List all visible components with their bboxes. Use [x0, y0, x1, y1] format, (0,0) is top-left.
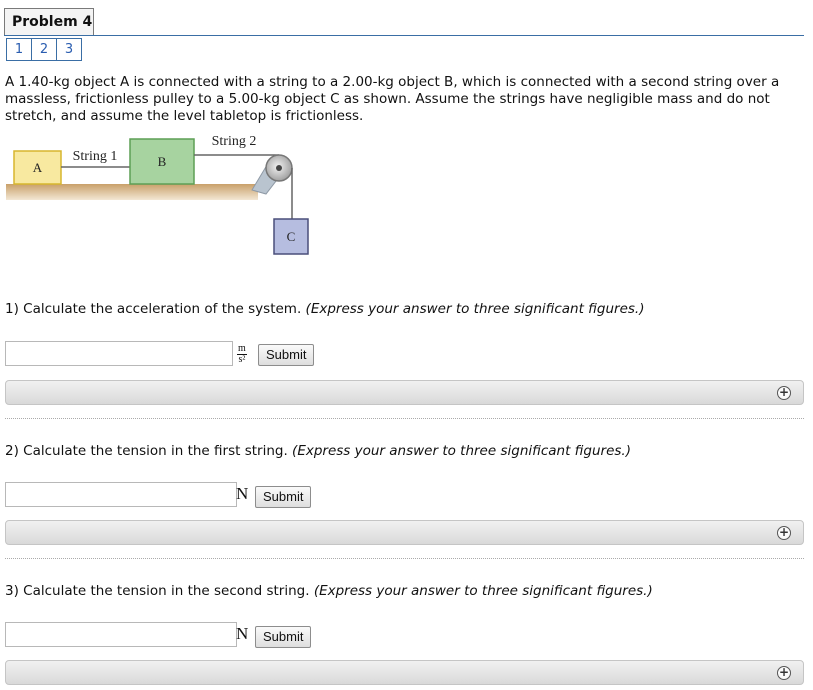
- string-1-label: String 1: [73, 149, 118, 164]
- physics-diagram: A String 1 B String 2 C: [6, 134, 309, 255]
- submit-button-1[interactable]: Submit: [258, 344, 315, 366]
- question-1-text: 1) Calculate the acceleration of the sys…: [5, 301, 302, 317]
- unit-newton: N: [236, 624, 249, 643]
- pulley-axle: [276, 165, 282, 171]
- plus-circle-icon[interactable]: +: [777, 666, 791, 680]
- question-2-text: 2) Calculate the tension in the first st…: [5, 443, 288, 459]
- page-tab-2[interactable]: 2: [31, 38, 57, 61]
- page-tab-1[interactable]: 1: [6, 38, 32, 61]
- plus-circle-icon[interactable]: +: [777, 386, 791, 400]
- unit-newton: N: [236, 484, 249, 503]
- problem-statement: A 1.40-kg object A is connected with a s…: [5, 74, 780, 124]
- question-3-text: 3) Calculate the tension in the second s…: [5, 583, 310, 599]
- question-3-hint: (Express your answer to three significan…: [313, 583, 653, 599]
- hint-panel-3[interactable]: +: [5, 660, 804, 685]
- question-2-hint: (Express your answer to three significan…: [292, 443, 631, 459]
- answer-1-input[interactable]: [5, 341, 233, 366]
- unit-denominator: s²: [238, 354, 246, 365]
- tabletop: [6, 184, 258, 200]
- page-tabs: 1 2 3: [6, 38, 82, 61]
- plus-circle-icon[interactable]: +: [777, 526, 791, 540]
- question-2: 2) Calculate the tension in the first st…: [5, 443, 631, 459]
- submit-button-3[interactable]: Submit: [255, 626, 312, 648]
- page-tab-3[interactable]: 3: [56, 38, 82, 61]
- submit-button-2[interactable]: Submit: [255, 486, 312, 508]
- label-c: C: [287, 229, 296, 244]
- answer-2-input[interactable]: [5, 482, 237, 507]
- label-b: B: [158, 154, 167, 169]
- section-divider-2: [5, 558, 804, 559]
- hint-panel-2[interactable]: +: [5, 520, 804, 545]
- unit-m-per-s2: m s²: [237, 344, 247, 365]
- question-1-hint: (Express your answer to three significan…: [305, 301, 645, 317]
- header-divider: [4, 35, 804, 36]
- hint-panel-1[interactable]: +: [5, 380, 804, 405]
- label-a: A: [33, 160, 43, 175]
- question-3: 3) Calculate the tension in the second s…: [5, 583, 653, 599]
- question-1: 1) Calculate the acceleration of the sys…: [5, 301, 644, 317]
- string-2-label: String 2: [212, 134, 257, 149]
- section-divider-1: [5, 418, 804, 419]
- problem-title: Problem 4: [4, 8, 94, 35]
- answer-3-input[interactable]: [5, 622, 237, 647]
